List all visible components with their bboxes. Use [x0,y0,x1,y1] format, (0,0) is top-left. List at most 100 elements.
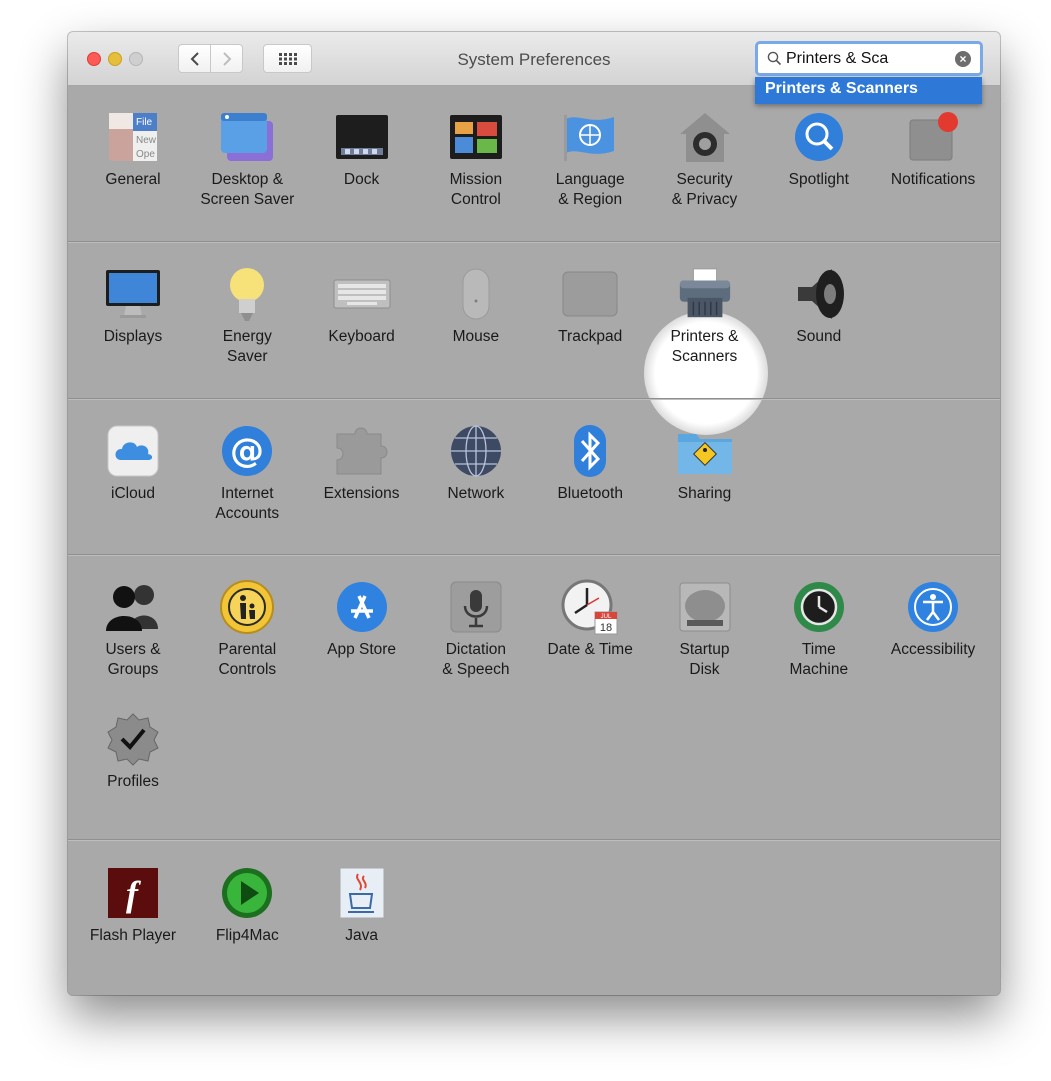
pane-network[interactable]: Network [419,422,533,504]
preference-panes-area: File New Ope General Desktop & Screen Saver D… [68,86,1000,995]
pane-energy[interactable]: Energy Saver [190,265,304,367]
pane-language[interactable]: Language & Region [533,108,647,210]
speaker-icon [790,265,848,323]
pane-accessibility[interactable]: Accessibility [876,578,990,660]
clear-search-icon[interactable]: × [955,51,971,67]
pane-users[interactable]: Users & Groups [76,578,190,680]
pane-label: Flash Player [89,927,177,944]
pane-flip4mac[interactable]: Flip4Mac [190,864,304,946]
pane-extensions[interactable]: Extensions [305,422,419,504]
svg-text:18: 18 [600,622,612,634]
pane-label: Trackpad [558,328,623,345]
pane-label: Date & Time [547,641,633,658]
pane-keyboard[interactable]: Keyboard [305,265,419,347]
pane-sound[interactable]: Sound [762,265,876,347]
pane-label: Bluetooth [557,485,623,502]
pane-internet[interactable]: @ Internet Accounts [190,422,304,524]
pane-parental[interactable]: Parental Controls [190,578,304,680]
pane-label: General [105,171,161,188]
pane-displays[interactable]: Displays [76,265,190,347]
mission-control-icon [447,108,505,166]
pane-java[interactable]: Java [305,864,419,946]
pane-dictation[interactable]: Dictation & Speech [419,578,533,680]
pane-appstore[interactable]: App Store [305,578,419,660]
pane-timemachine[interactable]: Time Machine [762,578,876,680]
pane-label: Desktop & Screen Saver [200,171,295,208]
badge-check-icon [104,710,162,768]
pane-label: Users & Groups [105,641,161,678]
pane-dock[interactable]: Dock [305,108,419,190]
pane-label: Dictation & Speech [442,641,510,678]
pane-bluetooth[interactable]: Bluetooth [533,422,647,504]
pane-label: Energy Saver [222,328,272,365]
pane-notifications[interactable]: Notifications [876,108,990,190]
pane-desktop[interactable]: Desktop & Screen Saver [190,108,304,210]
pane-label: Time Machine [789,641,849,678]
lightbulb-icon [218,265,276,323]
svg-text:New: New [136,135,157,146]
pane-label: iCloud [111,485,155,502]
mouse-icon [447,265,505,323]
pane-label: Displays [103,328,163,345]
pane-printers[interactable]: Printers & Scanners [648,265,762,367]
pane-sharing[interactable]: Sharing [648,422,762,504]
pane-startup[interactable]: Startup Disk [648,578,762,680]
trackpad-icon [561,265,619,323]
section-divider [68,241,1000,242]
pane-spotlight[interactable]: Spotlight [762,108,876,190]
pane-mouse[interactable]: Mouse [419,265,533,347]
pane-label: Startup Disk [679,641,730,678]
coffee-cup-icon [333,864,391,922]
pane-trackpad[interactable]: Trackpad [533,265,647,347]
cloud-icon [104,422,162,480]
svg-text:File: File [136,117,153,128]
svg-text:@: @ [230,431,264,471]
flash-icon: f [104,864,162,922]
printer-icon [676,265,734,323]
time-machine-icon [790,578,848,636]
pane-label: Keyboard [328,328,395,345]
globe-flag-icon [561,108,619,166]
search-icon [767,51,782,66]
svg-text:JUL: JUL [601,614,612,620]
notification-badge-icon [904,108,962,166]
general-icon: File New Ope [104,108,162,166]
users-icon [104,578,162,636]
magnifier-icon [790,108,848,166]
pane-label: Language & Region [555,171,625,208]
at-sign-icon: @ [218,422,276,480]
puzzle-icon [333,422,391,480]
pane-label: Flip4Mac [215,927,279,944]
dock-icon [333,108,391,166]
pane-security[interactable]: Security & Privacy [648,108,762,210]
pane-label: Accessibility [890,641,976,658]
pane-mission[interactable]: Mission Control [419,108,533,210]
pane-flash[interactable]: f Flash Player [76,864,190,946]
pane-icloud[interactable]: iCloud [76,422,190,504]
pane-profiles[interactable]: Profiles [76,710,190,792]
monitor-icon [104,265,162,323]
pane-label: Printers & Scanners [670,328,739,365]
pane-label: Internet Accounts [215,485,280,522]
pane-label: Extensions [323,485,400,502]
pane-label: Java [345,927,378,944]
pane-label: Notifications [890,171,976,188]
search-field[interactable]: × [755,41,983,76]
search-input[interactable] [786,47,952,71]
pane-label: App Store [327,641,397,658]
section-divider [68,839,1000,840]
pane-datetime[interactable]: JUL 18 Date & Time [533,578,647,660]
pane-general[interactable]: File New Ope General [76,108,190,190]
pane-label: Network [447,485,505,502]
svg-text:Ope: Ope [136,149,155,160]
pane-label: Dock [343,171,380,188]
play-circle-icon [218,864,276,922]
pane-label: Mission Control [449,171,503,208]
keyboard-icon [333,265,391,323]
pane-label: Parental Controls [218,641,277,678]
search-suggestion[interactable]: Printers & Scanners [755,77,982,104]
pane-label: Spotlight [788,171,849,188]
pane-label: Profiles [107,773,159,790]
app-store-icon [333,578,391,636]
folder-sign-icon [676,422,734,480]
